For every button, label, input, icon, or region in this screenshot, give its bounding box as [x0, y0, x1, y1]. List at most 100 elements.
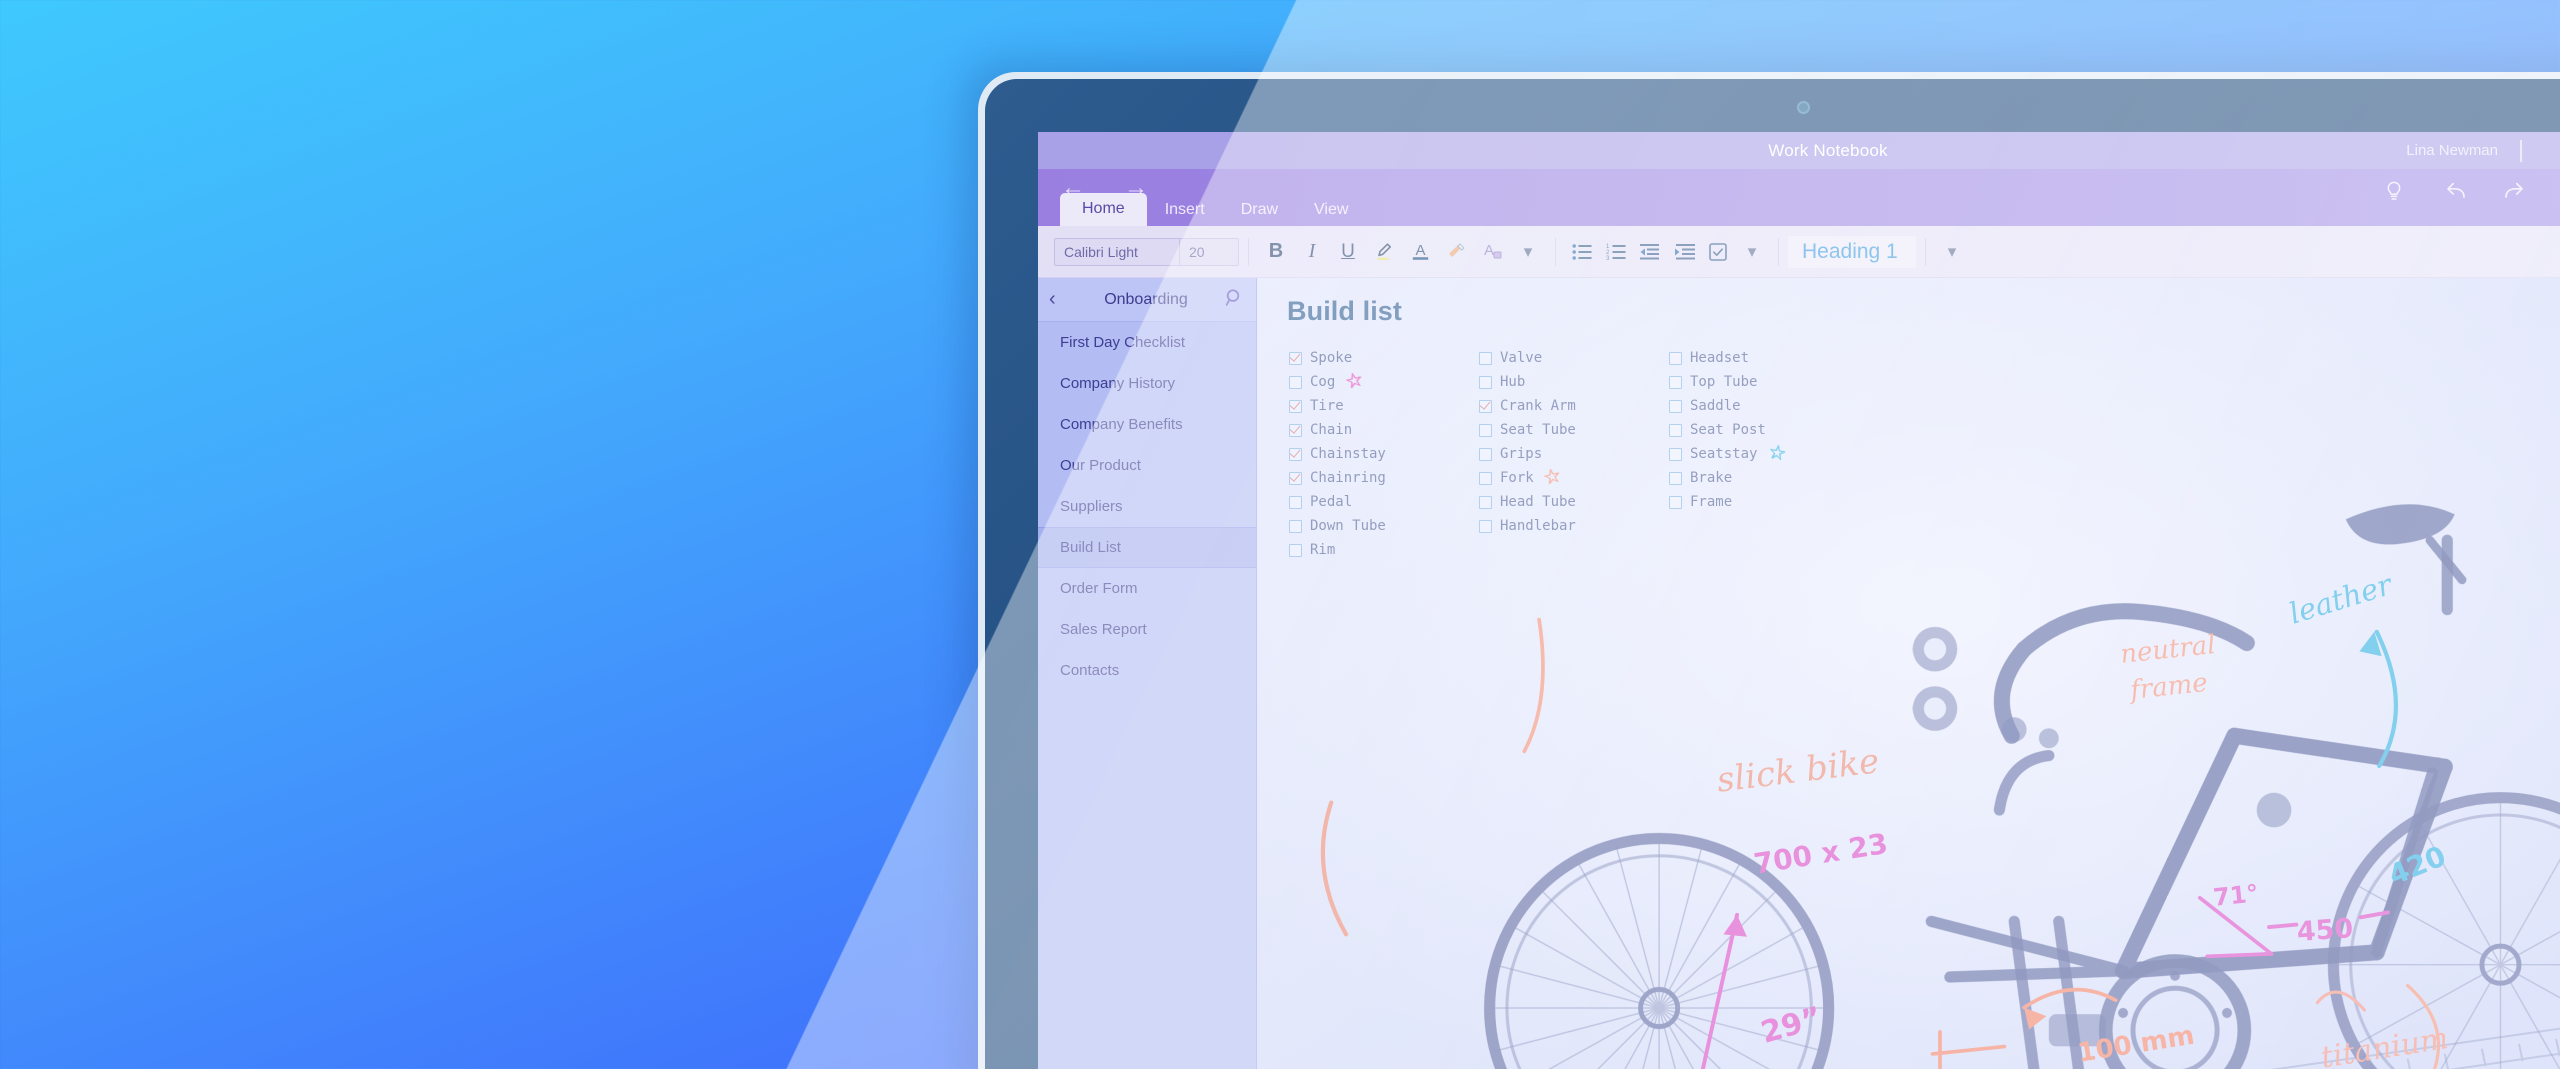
checkbox-icon[interactable] [1289, 423, 1302, 437]
checklist-item[interactable]: Head Tube [1479, 490, 1669, 514]
search-icon[interactable] [1223, 288, 1245, 312]
checkbox-icon[interactable] [1669, 423, 1682, 437]
checklist-item[interactable]: Tire [1289, 394, 1479, 418]
checklist-item[interactable]: Brake [1669, 466, 1859, 490]
list-chevron-down-icon[interactable]: ▾ [1735, 235, 1769, 269]
checkbox-icon[interactable] [1669, 399, 1682, 413]
checkbox-icon[interactable] [1669, 351, 1682, 365]
checklist-item[interactable]: Seatstay ☆ [1669, 441, 1859, 466]
checklist-item-label: Brake [1690, 470, 1733, 486]
bold-icon[interactable]: B [1259, 235, 1293, 269]
checkbox-icon[interactable] [1479, 519, 1492, 533]
sidebar-item-our-product[interactable]: Our Product [1038, 445, 1256, 486]
checklist-item[interactable]: Grips [1479, 442, 1669, 466]
checkbox-icon[interactable] [1289, 495, 1302, 509]
bullet-list-icon[interactable] [1565, 235, 1599, 269]
underline-icon[interactable]: U [1331, 235, 1365, 269]
checkbox-icon[interactable] [1669, 471, 1682, 485]
checkbox-icon[interactable] [1669, 375, 1682, 389]
clear-formatting-icon[interactable]: A [1475, 235, 1509, 269]
checklist-item[interactable]: Handlebar [1479, 514, 1669, 538]
checklist-item[interactable]: Seat Tube [1479, 418, 1669, 442]
font-chevron-down-icon[interactable]: ▾ [1511, 235, 1545, 269]
style-gallery-selected[interactable]: Heading 1 [1788, 235, 1916, 268]
style-chevron-down-icon[interactable]: ▾ [1935, 235, 1969, 269]
checkbox-icon[interactable] [1289, 543, 1302, 557]
sidebar-item-company-history[interactable]: Company History [1038, 363, 1256, 404]
checklist-item[interactable]: Rim [1289, 538, 1479, 562]
tab-draw[interactable]: Draw [1223, 195, 1296, 226]
checkbox-icon[interactable] [1479, 471, 1492, 485]
checklist-item[interactable]: Cog ☆ [1289, 368, 1479, 394]
checkbox-icon[interactable] [1479, 375, 1492, 389]
checklist-item-label: Spoke [1310, 350, 1353, 366]
italic-icon[interactable]: I [1295, 235, 1329, 269]
checkbox-icon[interactable] [1289, 519, 1302, 533]
sidebar-item-first-day-checklist[interactable]: First Day Checklist [1038, 322, 1256, 363]
checkbox-icon[interactable] [1479, 447, 1492, 461]
collapse-chevron-icon[interactable]: ‹ [1049, 288, 1069, 311]
checklist-item[interactable]: Down Tube [1289, 514, 1479, 538]
notebook-title: Work Notebook [1768, 140, 1888, 160]
page-title[interactable]: Build list [1287, 296, 1402, 327]
checkbox-icon[interactable] [1479, 399, 1492, 413]
checklist-item[interactable]: Chain [1289, 418, 1479, 442]
notebook-name-label[interactable]: Onboarding [1069, 291, 1223, 309]
tab-home[interactable]: Home [1060, 193, 1147, 226]
user-name-label[interactable]: Lina Newman [2406, 142, 2498, 159]
checklist-item[interactable]: Spoke [1289, 346, 1479, 370]
font-name-input[interactable]: Calibri Light [1055, 238, 1180, 265]
checklist-item[interactable]: Frame [1669, 490, 1859, 514]
redo-icon[interactable] [2498, 180, 2530, 206]
checklist-item[interactable]: Pedal [1289, 490, 1479, 514]
checklist-item[interactable]: Headset [1669, 346, 1859, 370]
checkbox-icon[interactable] [1289, 351, 1302, 365]
sidebar-item-order-form[interactable]: Order Form [1038, 568, 1256, 609]
undo-icon[interactable] [2440, 180, 2472, 206]
checkbox-icon[interactable] [1479, 351, 1492, 365]
increase-indent-icon[interactable] [1667, 235, 1701, 269]
checkbox-icon[interactable] [1289, 399, 1302, 413]
checklist-item[interactable]: Chainstay [1289, 442, 1479, 466]
checklist-item-label: Saddle [1690, 398, 1741, 414]
font-size-input[interactable]: 20 [1180, 239, 1238, 265]
checklist-item-label: Cog [1310, 374, 1336, 390]
sidebar-item-label: Our Product [1060, 457, 1141, 474]
checklist-item-label: Hub [1500, 374, 1526, 390]
todo-checkbox-icon[interactable] [1701, 235, 1735, 269]
ribbon-tabs: Home Insert Draw View [1060, 193, 1366, 226]
checklist-item[interactable]: Hub [1479, 370, 1669, 394]
numbered-list-icon[interactable]: 1 2 3 [1599, 235, 1633, 269]
sidebar-item-label: Contacts [1060, 662, 1120, 679]
checkbox-icon[interactable] [1289, 471, 1302, 485]
font-controls: Calibri Light 20 [1054, 237, 1239, 266]
checklist-item[interactable]: Saddle [1669, 394, 1859, 418]
tab-insert[interactable]: Insert [1147, 195, 1223, 226]
sidebar-item-suppliers[interactable]: Suppliers [1038, 486, 1256, 527]
checklist-item[interactable]: Crank Arm [1479, 394, 1669, 418]
tab-view[interactable]: View [1296, 195, 1366, 226]
checkbox-icon[interactable] [1669, 495, 1682, 509]
checklist-item[interactable]: Top Tube [1669, 370, 1859, 394]
font-color-icon[interactable]: A [1403, 235, 1437, 269]
checkbox-icon[interactable] [1289, 447, 1302, 461]
svg-text:A: A [1483, 242, 1493, 259]
sidebar-item-contacts[interactable]: Contacts [1038, 650, 1256, 691]
decrease-indent-icon[interactable] [1633, 235, 1667, 269]
highlighter-icon[interactable] [1367, 235, 1401, 269]
checklist-item[interactable]: Chainring [1289, 466, 1479, 490]
format-painter-icon[interactable] [1439, 235, 1473, 269]
checkbox-icon[interactable] [1289, 375, 1302, 389]
sidebar-item-build-list[interactable]: Build List [1038, 527, 1256, 568]
sidebar-item-company-benefits[interactable]: Company Benefits [1038, 404, 1256, 445]
note-page-canvas[interactable]: Build list Spoke Cog ☆ Tire Chain Chainstay Ch… [1257, 278, 2560, 1069]
checklist-item[interactable]: Valve [1479, 346, 1669, 370]
sidebar-item-sales-report[interactable]: Sales Report [1038, 609, 1256, 650]
tell-me-lightbulb-icon[interactable] [2378, 180, 2410, 206]
checklist-item[interactable]: Fork ☆ [1479, 464, 1669, 490]
checklist-item-label: Chainring [1310, 470, 1386, 486]
checkbox-icon[interactable] [1479, 495, 1492, 509]
checkbox-icon[interactable] [1479, 423, 1492, 437]
checklist-item[interactable]: Seat Post [1669, 418, 1859, 442]
checkbox-icon[interactable] [1669, 447, 1682, 461]
